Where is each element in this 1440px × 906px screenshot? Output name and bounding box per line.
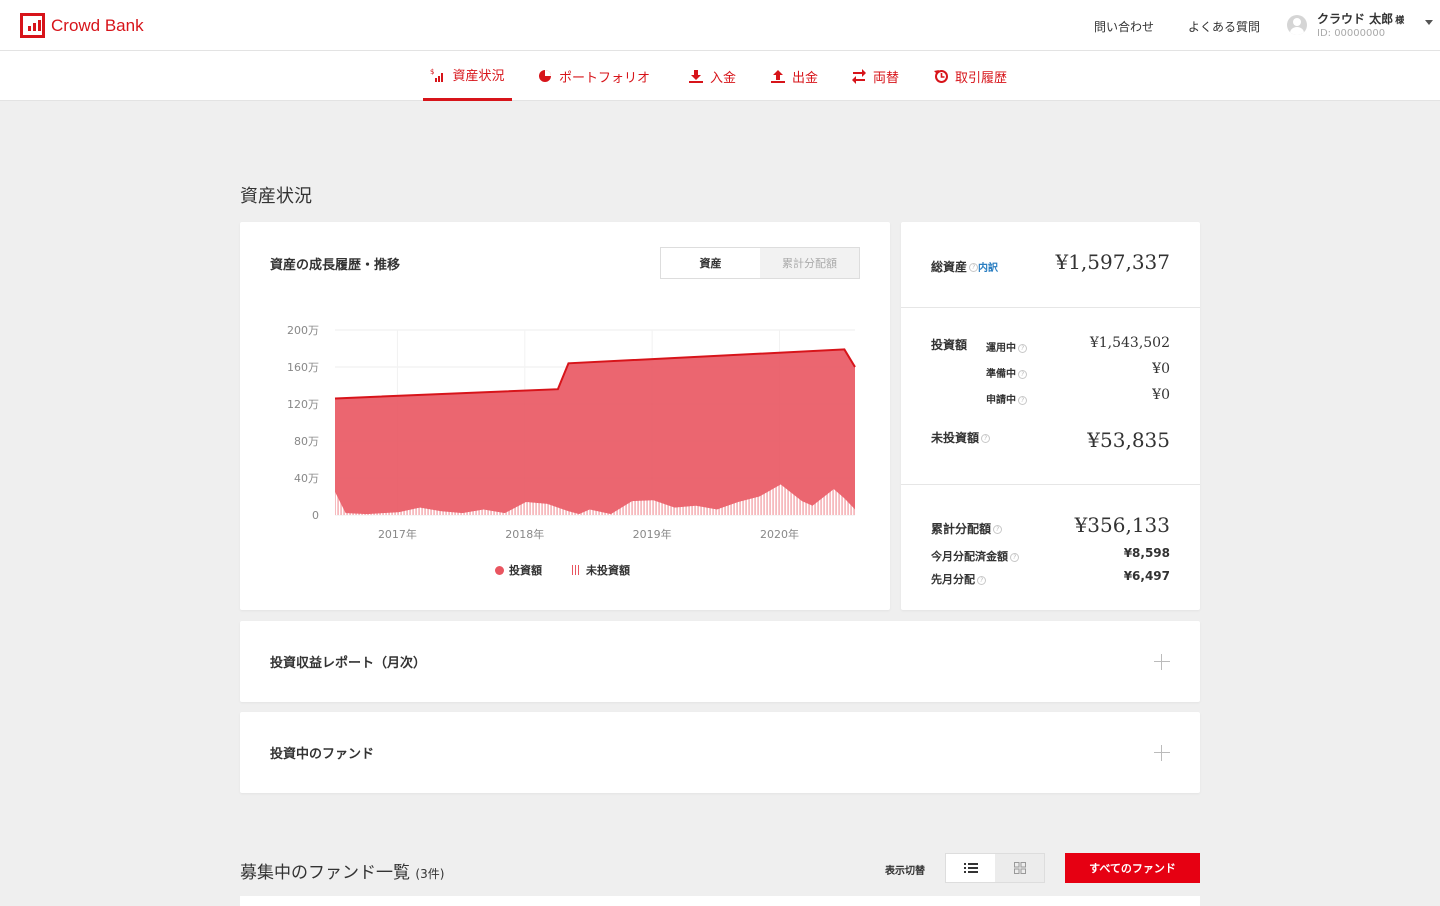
asset-chart-icon: $ [430,68,444,82]
this-month-value: ¥8,598 [1123,546,1170,560]
tab-portfolio[interactable]: ポートフォリオ [537,51,650,101]
divider [901,307,1200,308]
x-tick-label: 2017年 [378,527,417,541]
chevron-down-icon[interactable] [1425,20,1433,25]
y-tick-label: 0 [312,509,319,522]
brand-logo[interactable]: Crowd Bank [20,13,144,38]
tab-exchange[interactable]: 両替 [851,51,899,101]
breakdown-link[interactable]: 内訳 [978,263,998,274]
fund-list-title: 募集中のファンド一覧 (3件) [240,863,445,883]
y-tick-label: 40万 [294,472,319,485]
uninvested-value: ¥53,835 [1087,428,1170,452]
asset-summary-card: 総資産? 内訳 ¥1,597,337 投資額 運用中? ¥1,543,502 準備… [901,222,1200,610]
faq-link[interactable]: よくある質問 [1188,18,1260,35]
invested-label: 投資額 [931,338,968,352]
legend-invested[interactable]: 投資額 [495,562,542,578]
accordion-title: 投資中のファンド [270,747,375,762]
monthly-report-accordion[interactable]: 投資収益レポート（月次） [240,621,1200,702]
help-icon[interactable]: ? [1018,395,1027,405]
last-month-value: ¥6,497 [1123,569,1170,583]
total-assets-label: 総資産? 内訳 [931,260,999,274]
tab-label: 資産状況 [452,69,505,84]
tab-label: ポートフォリオ [559,70,651,86]
y-tick-label: 160万 [287,361,319,374]
help-icon[interactable]: ? [1018,343,1027,353]
asset-area-chart: 200万 160万 120万 80万 40万 0 2017年 2018年 2019年 2020年 [287,324,856,541]
this-month-label: 今月分配済金額? [931,548,1019,564]
x-tick-label: 2018年 [505,527,544,541]
chart-title: 資産の成長履歴・推移 [270,258,401,273]
logo-icon [20,13,45,38]
tab-history[interactable]: 取引履歴 [933,51,1007,101]
tab-label: 出金 [792,70,819,86]
help-icon[interactable]: ? [977,575,986,585]
invest-row-value: ¥1,543,502 [1089,335,1170,351]
uninvested-swatch-icon [572,565,581,575]
plus-icon[interactable] [1154,654,1170,670]
invest-row-value: ¥0 [1152,361,1170,377]
avatar-icon [1287,15,1307,35]
x-tick-label: 2020年 [760,527,799,541]
user-menu[interactable]: クラウド 太郎様 ID: 00000000 [1287,10,1404,39]
y-tick-label: 200万 [287,324,319,337]
exchange-icon [852,69,866,84]
chart-legend: 投資額 未投資額 [495,562,630,578]
invest-row-label: 準備中? [986,365,1027,380]
header: Crowd Bank 問い合わせ よくある質問 クラウド 太郎様 ID: 000… [0,0,1440,51]
toggle-assets[interactable]: 資産 [661,248,760,278]
y-tick-label: 120万 [287,398,319,411]
svg-text:$: $ [430,68,434,76]
contact-link[interactable]: 問い合わせ [1094,18,1154,35]
chart-mode-toggle: 資産 累計分配額 [660,247,860,279]
uninvested-label: 未投資額? [931,429,991,446]
y-tick-label: 80万 [294,435,319,448]
total-assets-value: ¥1,597,337 [1055,250,1170,274]
view-switch-label: 表示切替 [885,866,925,877]
tab-asset-status[interactable]: $ 資産状況 [423,51,512,101]
invested-funds-accordion[interactable]: 投資中のファンド [240,712,1200,793]
invest-row-value: ¥0 [1152,387,1170,403]
fund-count: (3件) [415,867,445,881]
invest-row-label: 申請中? [986,391,1027,406]
tab-withdraw[interactable]: 出金 [770,51,818,101]
toggle-cumulative-distribution[interactable]: 累計分配額 [760,248,859,278]
asset-chart-card: 資産の成長履歴・推移 資産 累計分配額 200万 160万 120万 80万 40万 0 2… [240,222,890,610]
grid-view-button[interactable] [995,854,1044,882]
page-title: 資産状況 [240,186,312,207]
user-id: ID: 00000000 [1317,28,1386,39]
cumulative-label: 累計分配額? [931,520,1003,537]
fund-list-card [240,896,1200,906]
brand-name: Crowd Bank [51,15,144,35]
cumulative-value: ¥356,133 [1074,513,1170,537]
list-icon [963,863,978,873]
help-icon[interactable]: ? [993,525,1003,534]
all-funds-button[interactable]: すべてのファンド [1065,853,1200,883]
x-tick-label: 2019年 [633,527,672,541]
download-icon [689,70,703,83]
grid-icon [1013,862,1026,874]
tab-label: 両替 [873,70,900,86]
pie-chart-icon [539,70,551,82]
help-icon[interactable]: ? [981,434,991,443]
last-month-label: 先月分配? [931,571,986,587]
invest-row-label: 運用中? [986,339,1027,354]
tab-deposit[interactable]: 入金 [688,51,736,101]
invested-swatch-icon [495,565,504,575]
help-icon[interactable]: ? [1018,369,1027,379]
history-icon [934,70,948,83]
accordion-title: 投資収益レポート（月次） [270,656,427,671]
view-switch [945,853,1045,883]
user-name: クラウド 太郎様 [1317,12,1405,26]
main-nav: $ 資産状況 ポートフォリオ 入金 出金 両替 取引履歴 [0,51,1440,101]
legend-uninvested[interactable]: 未投資額 [572,562,630,578]
plus-icon[interactable] [1154,745,1170,761]
tab-label: 入金 [710,70,737,86]
upload-icon [771,70,785,83]
help-icon[interactable]: ? [969,263,979,272]
tab-label: 取引履歴 [955,70,1008,86]
help-icon[interactable]: ? [1010,552,1019,562]
divider [901,484,1200,485]
list-view-button[interactable] [946,854,995,882]
